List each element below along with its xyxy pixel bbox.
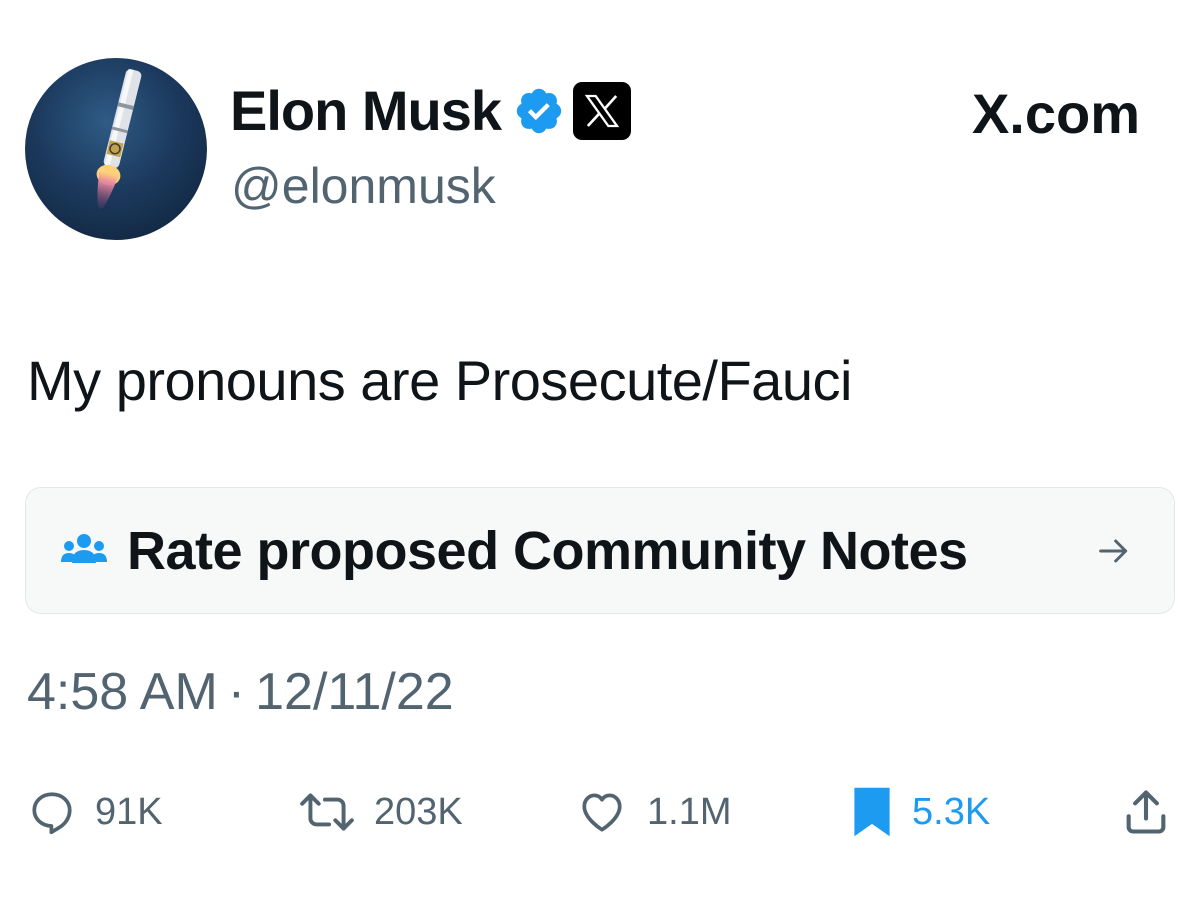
site-name: X.com	[971, 82, 1140, 145]
tweet-time: 4:58 AM	[27, 663, 218, 721]
like-count: 1.1M	[647, 790, 732, 833]
reply-icon	[32, 792, 72, 835]
author-name-row: Elon Musk	[230, 76, 632, 146]
bookmark-count: 5.3K	[912, 790, 991, 833]
arrow-right-icon	[1099, 539, 1128, 562]
bookmark-button[interactable]: 5.3K	[850, 780, 990, 844]
bookmark-icon	[854, 787, 890, 837]
community-icon	[61, 533, 107, 563]
repost-count: 203K	[374, 790, 463, 833]
repost-button[interactable]: 203K	[298, 780, 463, 844]
reply-button[interactable]: 91K	[27, 780, 163, 844]
site-logo: X.com	[972, 82, 1140, 146]
rocket-image	[96, 68, 142, 209]
verified-badge-icon[interactable]	[513, 85, 565, 137]
like-button[interactable]: 1.1M	[575, 780, 731, 844]
reply-count: 91K	[95, 790, 163, 833]
tweet-text: My pronouns are Prosecute/Fauci	[27, 349, 852, 412]
separator-dot: ·	[227, 663, 246, 721]
repost-icon	[300, 793, 354, 831]
x-logo-icon[interactable]	[573, 82, 632, 140]
action-bar: 91K 203K 1.1M 5.3K	[0, 780, 1200, 844]
share-icon	[1126, 790, 1166, 834]
community-notes-label: Rate proposed Community Notes	[127, 520, 968, 581]
display-name[interactable]: Elon Musk	[230, 76, 502, 146]
tweet-date: 12/11/22	[255, 663, 454, 721]
user-handle[interactable]: @elonmusk	[231, 154, 496, 218]
tweet-timestamp[interactable]: 4:58 AM · 12/11/22	[27, 657, 454, 727]
community-notes-card[interactable]: Rate proposed Community Notes	[25, 487, 1175, 614]
avatar[interactable]	[25, 58, 207, 240]
share-button[interactable]	[1120, 780, 1190, 844]
heart-icon	[582, 793, 622, 832]
